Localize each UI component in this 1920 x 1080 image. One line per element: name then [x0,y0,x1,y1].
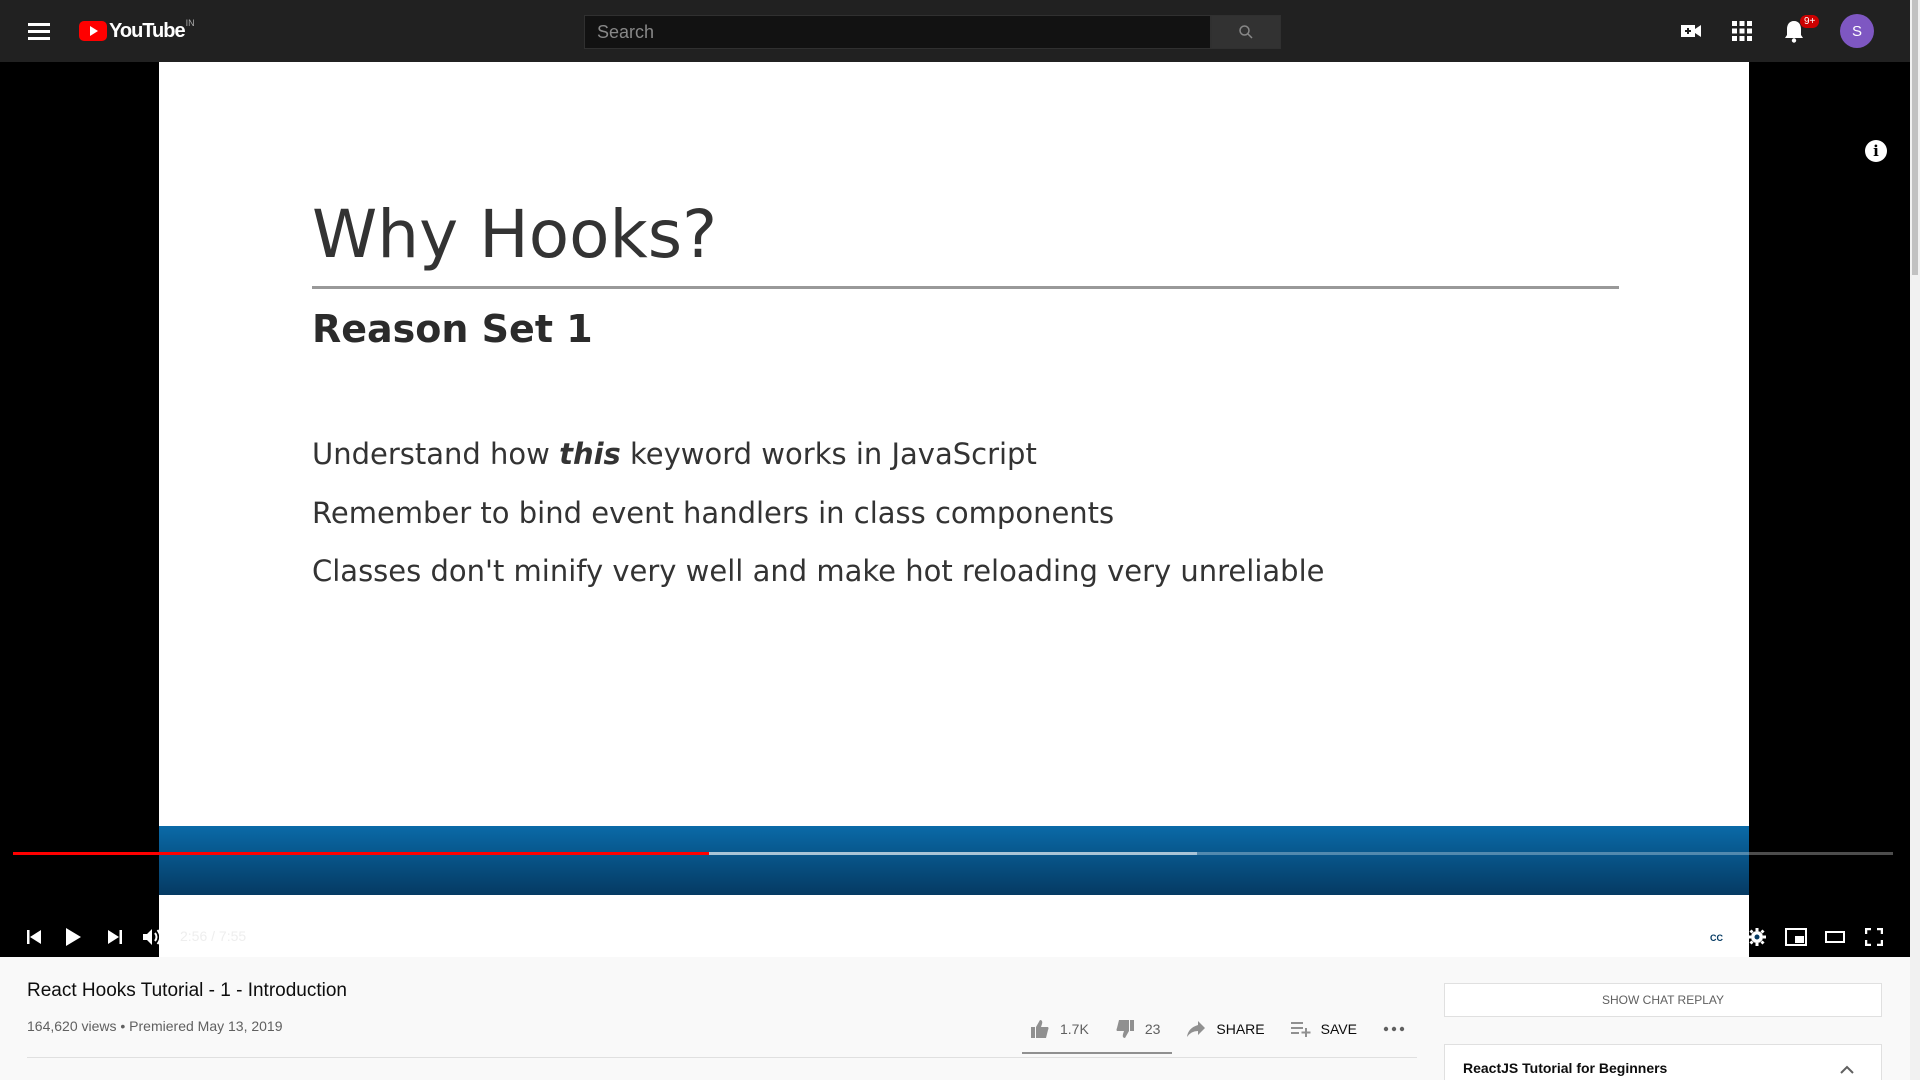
save-label: SAVE [1320,1021,1357,1037]
share-icon [1187,1021,1206,1037]
add-to-playlist-icon [1290,1022,1311,1037]
notification-badge: 9+ [1800,15,1820,28]
more-actions-button[interactable] [1383,1026,1405,1032]
search-button[interactable] [1211,15,1281,49]
slide-bullet: Understand how this keyword works in Jav… [312,437,1037,471]
youtube-play-icon [79,21,107,41]
youtube-logo[interactable]: YouTube IN [79,18,195,42]
progress-played [13,852,709,855]
create-video-icon[interactable] [1677,17,1705,45]
playlist-panel: ReactJS Tutorial for Beginners [1444,1044,1882,1080]
time-display: 2:56 / 7:55 [180,928,247,944]
settings-gear-icon[interactable] [1745,920,1769,954]
thumbs-up-icon [1031,1020,1049,1038]
avatar[interactable]: S [1840,14,1874,48]
next-icon[interactable] [103,920,127,954]
slide-divider [312,286,1619,289]
info-icon[interactable]: i [1865,140,1887,162]
theater-mode-icon[interactable] [1823,920,1847,954]
apps-grid-icon[interactable] [1728,17,1756,45]
previous-icon[interactable] [22,920,46,954]
slide-bullet: Classes don't minify very well and make … [312,554,1325,588]
divider [27,1057,1417,1058]
search-bar [584,15,1281,49]
sentiment-bar [1022,1052,1172,1054]
like-button[interactable]: 1.7K [1030,1019,1089,1039]
video-actions: 1.7K 23 SHARE SAVE [1030,1016,1431,1042]
fullscreen-icon[interactable] [1862,920,1886,954]
logo-text: YouTube [109,19,186,42]
chevron-up-icon[interactable] [1839,1065,1855,1075]
video-meta: 164,620 views • Premiered May 13, 2019 [27,1018,283,1034]
video-title: React Hooks Tutorial - 1 - Introduction [27,980,347,1001]
thumbs-down-icon [1116,1020,1134,1038]
share-button[interactable]: SHARE [1186,1020,1265,1038]
menu-icon[interactable] [24,19,54,43]
video-player[interactable]: Why Hooks? Reason Set 1 Understand how t… [0,62,1910,957]
slide-title: Why Hooks? [312,196,718,273]
slide-subtitle: Reason Set 1 [312,307,593,351]
progress-bar[interactable] [13,852,1893,855]
share-label: SHARE [1216,1021,1265,1037]
play-icon[interactable] [60,920,86,954]
logo-region: IN [185,18,195,28]
dislike-count: 23 [1144,1021,1161,1037]
svg-text:CC: CC [1710,933,1723,943]
playlist-title[interactable]: ReactJS Tutorial for Beginners [1463,1060,1667,1076]
like-count: 1.7K [1060,1021,1089,1037]
volume-icon[interactable] [140,920,166,954]
show-chat-replay-button[interactable]: SHOW CHAT REPLAY [1444,983,1882,1017]
miniplayer-icon[interactable] [1783,920,1809,954]
slide-bullet: Remember to bind event handlers in class… [312,496,1115,530]
search-input[interactable] [584,15,1211,49]
video-frame: Why Hooks? Reason Set 1 Understand how t… [159,62,1749,957]
dislike-button[interactable]: 23 [1115,1019,1161,1039]
scrollbar-thumb[interactable] [1912,0,1918,275]
search-icon [1239,25,1253,39]
top-bar: YouTube IN 9+ S [0,0,1920,62]
controls-gradient [159,826,1749,895]
more-horizontal-icon [1383,1026,1405,1032]
save-button[interactable]: SAVE [1290,1021,1357,1037]
captions-icon[interactable]: CC [1706,920,1730,954]
